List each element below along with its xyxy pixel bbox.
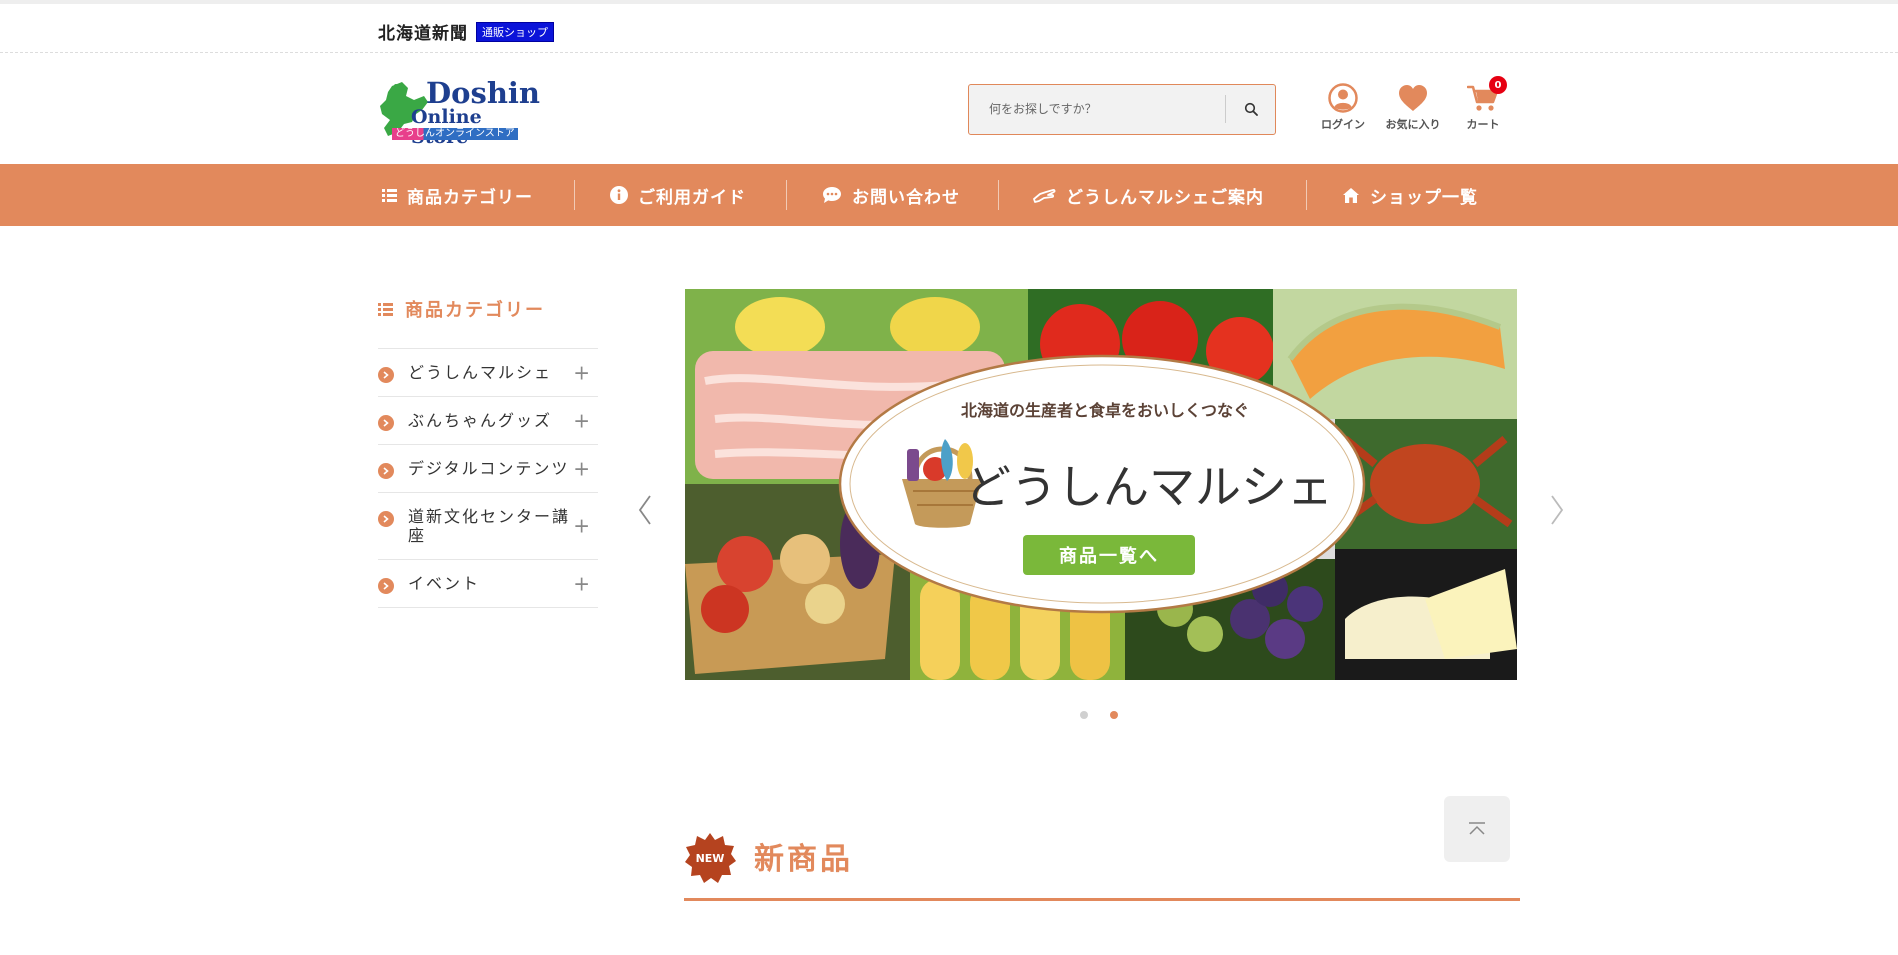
cart-link[interactable]: 0 カート	[1447, 76, 1519, 132]
nav-contact[interactable]: お問い合わせ	[822, 164, 960, 226]
hand-icon	[1033, 189, 1056, 203]
search-button[interactable]	[1226, 85, 1276, 133]
section-underline	[684, 898, 1520, 901]
hero-slider[interactable]: 北海道の生産者と食卓をおいしくつなぐ どうしんマルシェ 商品一覧へ	[685, 289, 1517, 680]
nav-divider	[1306, 180, 1307, 210]
nav-label: ご利用ガイド	[638, 187, 746, 208]
nav-categories[interactable]: 商品カテゴリー	[382, 164, 533, 226]
login-link[interactable]: ログイン	[1307, 82, 1379, 132]
expand-plus-icon[interactable]: +	[573, 410, 592, 430]
chevron-right-icon	[378, 463, 394, 479]
cart-count-badge: 0	[1489, 76, 1507, 94]
category-list: どうしんマルシェ + ぶんちゃんグッズ + デジタルコンテンツ + 道新文化セン…	[378, 348, 598, 608]
nav-label: お問い合わせ	[852, 187, 960, 208]
nav-label: どうしんマルシェご案内	[1066, 187, 1264, 208]
slider-prev-arrow[interactable]	[632, 490, 656, 530]
list-icon	[382, 188, 397, 202]
category-label: 道新文化センター講座	[408, 507, 571, 545]
expand-plus-icon[interactable]: +	[573, 573, 592, 593]
arrow-up-icon	[1469, 822, 1485, 835]
nav-guide[interactable]: ご利用ガイド	[610, 164, 746, 226]
favorites-label: お気に入り	[1385, 118, 1441, 131]
nav-divider	[786, 180, 787, 210]
category-sidebar: 商品カテゴリー どうしんマルシェ + ぶんちゃんグッズ + デジタルコンテンツ …	[378, 296, 598, 608]
sidebar-title-label: 商品カテゴリー	[405, 300, 545, 321]
slider-dot[interactable]	[1080, 711, 1088, 719]
logo-subtitle: Online Store	[411, 106, 482, 147]
slider-dot-active[interactable]	[1110, 711, 1118, 719]
category-item[interactable]: イベント +	[378, 560, 598, 608]
nav-divider	[574, 180, 575, 210]
chevron-right-icon	[378, 367, 394, 383]
site-header: Doshin Online Store どうしんオンラインストア ログイン	[0, 54, 1898, 164]
nav-shops[interactable]: ショップ一覧	[1342, 164, 1478, 226]
chevron-right-icon	[378, 578, 394, 594]
banner-title: どうしんマルシェ	[965, 460, 1333, 514]
search-icon	[1244, 102, 1258, 116]
category-label: ぶんちゃんグッズ	[408, 411, 553, 430]
banner-product-list-button[interactable]: 商品一覧へ	[1023, 535, 1195, 575]
top-strip: 北海道新聞 通販ショップ	[0, 4, 1898, 53]
shop-badge: 通販ショップ	[476, 21, 554, 42]
category-item[interactable]: デジタルコンテンツ +	[378, 445, 598, 493]
category-item[interactable]: どうしんマルシェ +	[378, 349, 598, 397]
newspaper-name: 北海道新聞	[378, 24, 468, 44]
expand-plus-icon[interactable]: +	[573, 362, 592, 382]
slider-dots	[1080, 711, 1118, 719]
heart-icon	[1399, 85, 1427, 111]
banner-photo-melon	[1273, 289, 1517, 419]
back-to-top-button[interactable]	[1444, 796, 1510, 862]
cart-label: カート	[1466, 118, 1500, 131]
nav-divider	[998, 180, 999, 210]
site-logo[interactable]: Doshin Online Store どうしんオンラインストア	[378, 76, 541, 147]
nav-marche-info[interactable]: どうしんマルシェご案内	[1032, 164, 1264, 226]
newspaper-brand[interactable]: 北海道新聞 通販ショップ	[378, 19, 554, 44]
logo-kana: どうしんオンラインストア	[392, 128, 518, 140]
chevron-right-icon	[378, 415, 394, 431]
expand-plus-icon[interactable]: +	[573, 516, 592, 536]
nav-label: ショップ一覧	[1370, 187, 1478, 208]
new-badge-icon: NEW	[685, 833, 736, 883]
chevron-right-icon	[1551, 495, 1564, 525]
user-icon	[1328, 83, 1358, 113]
category-label: どうしんマルシェ	[408, 363, 553, 382]
category-label: イベント	[408, 574, 481, 593]
info-icon	[610, 186, 628, 204]
nav-label: 商品カテゴリー	[407, 187, 533, 208]
marche-banner[interactable]: 北海道の生産者と食卓をおいしくつなぐ どうしんマルシェ 商品一覧へ	[685, 289, 1517, 680]
expand-plus-icon[interactable]: +	[573, 458, 592, 478]
banner-tagline: 北海道の生産者と食卓をおいしくつなぐ	[961, 401, 1249, 420]
list-icon	[378, 302, 393, 316]
slider-next-arrow[interactable]	[1546, 490, 1570, 530]
category-item[interactable]: ぶんちゃんグッズ +	[378, 397, 598, 445]
svg-text:NEW: NEW	[696, 852, 725, 865]
banner-photo-cheese	[1335, 549, 1517, 680]
category-label: デジタルコンテンツ	[408, 459, 570, 478]
favorites-link[interactable]: お気に入り	[1377, 82, 1449, 132]
main-nav: 商品カテゴリー ご利用ガイド お問い合わせ どうしんマルシェご案内 ショップ一覧	[0, 164, 1898, 226]
new-products-title: 新商品	[754, 842, 853, 877]
chevron-right-icon	[378, 511, 394, 527]
search-bar	[968, 84, 1276, 135]
chevron-left-icon	[638, 495, 651, 525]
logo-title: Doshin	[426, 76, 541, 110]
login-label: ログイン	[1321, 118, 1365, 131]
search-input[interactable]	[969, 85, 1223, 133]
category-item[interactable]: 道新文化センター講座 +	[378, 493, 598, 560]
home-icon	[1343, 187, 1359, 203]
chat-icon	[823, 187, 841, 203]
banner-button-label: 商品一覧へ	[1059, 545, 1159, 567]
sidebar-title: 商品カテゴリー	[378, 296, 598, 322]
